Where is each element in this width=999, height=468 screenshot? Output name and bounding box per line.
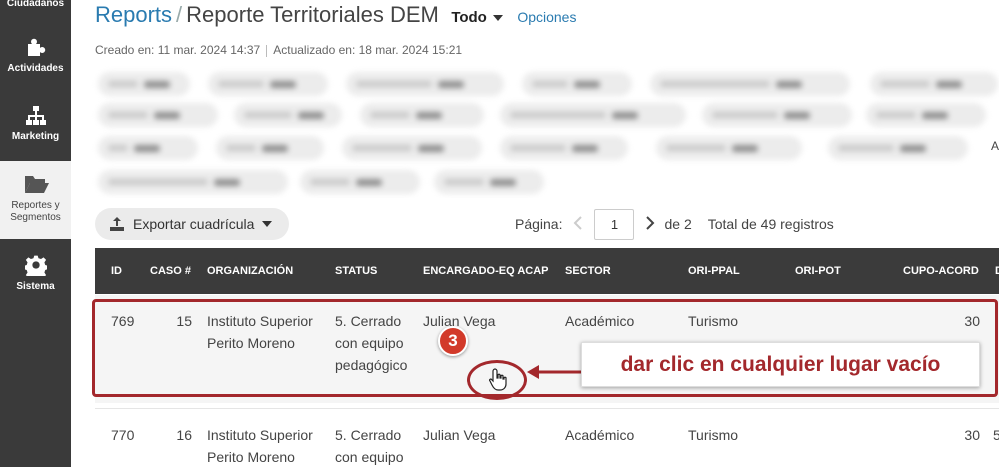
caret-down-icon [492,15,503,22]
report-meta: Creado en: 11 mar. 2024 14:37 Actualizado… [95,43,462,57]
filter-chip[interactable] [500,103,686,127]
filter-chip[interactable] [870,72,998,96]
filter-chip[interactable] [342,136,482,160]
table-row[interactable]: 770 16 Instituto Superior Perito Moreno … [95,408,999,467]
view-selector[interactable]: Todo [451,9,503,26]
filter-chip[interactable] [346,72,504,96]
filter-chip[interactable] [656,136,802,160]
breadcrumb-separator: / [176,2,183,27]
filter-chip[interactable] [98,103,218,127]
sidebar-item-label: Ciudadanos [6,0,65,9]
step-number-badge: 3 [438,326,468,356]
instruction-callout: dar clic en cualquier lugar vacío [581,342,980,387]
export-grid-button[interactable]: Exportar cuadrícula [95,208,289,240]
filter-chip[interactable] [98,136,198,160]
cell-overflow: 5 [993,427,999,443]
filter-chip[interactable] [216,136,324,160]
filter-bar: A [90,66,999,198]
sidebar-item-reportes[interactable]: Reportes y Segmentos [0,161,71,239]
filter-chip[interactable] [98,170,288,194]
folder-open-icon [24,173,49,197]
sidebar: Ciudadanos Actividades Marketing Reporte… [0,0,71,467]
hand-pointer-icon [489,368,507,391]
cell-encargado: Julian Vega [423,427,496,443]
column-header-ori-ppal[interactable]: ORI-PPAL [688,265,740,277]
filter-chip[interactable] [866,103,986,127]
export-grid-label: Exportar cuadrícula [133,216,255,232]
cell-id: 770 [111,427,135,443]
pointer-arrow-icon [527,365,581,379]
caret-down-icon [262,221,273,227]
filter-chip[interactable] [828,136,968,160]
upload-icon [110,217,124,231]
breadcrumb-reports-link[interactable]: Reports [95,2,172,27]
column-header-encargado[interactable]: ENCARGADO-EQ ACAP [423,265,549,277]
updated-date: Actualizado en: 18 mar. 2024 15:21 [273,43,463,57]
puzzle-icon [24,36,48,60]
filter-chip[interactable] [650,72,850,96]
filter-chip[interactable] [500,136,628,160]
cell-organizacion: Instituto Superior Perito Moreno [207,427,313,465]
view-selector-label: Todo [451,9,487,26]
sidebar-item-label: Reportes y Segmentos [10,200,61,223]
column-header-cupo-acord[interactable]: CUPO-ACORD [903,265,979,277]
gear-icon [23,254,48,280]
column-header-caso[interactable]: CASO # [150,265,191,277]
sidebar-item-sistema[interactable]: Sistema [0,254,71,302]
cell-ori-ppal: Turismo [688,427,739,443]
callout-text: dar clic en cualquier lugar vacío [620,352,941,376]
sidebar-item-label: Actividades [7,63,64,74]
filter-overflow-text: A [990,139,999,153]
column-header-ori-pot[interactable]: ORI-POT [795,265,841,277]
meta-divider [266,44,268,57]
page-of: de 2 [664,216,692,232]
sidebar-item-label: Sistema [16,281,55,292]
sidebar-item-ciudadanos[interactable]: Ciudadanos [0,0,71,12]
sidebar-item-marketing[interactable]: Marketing [0,104,71,152]
pagination: Página: de 2 Total de 49 registros [515,208,834,240]
cell-caso: 16 [176,427,192,443]
table-header: ID CASO # ORGANIZACIÓN STATUS ENCARGADO-… [95,248,999,294]
cell-cupo-acord: 30 [964,427,980,443]
column-header-id[interactable]: ID [111,265,122,277]
prev-page-icon[interactable] [568,215,588,233]
column-header-organizacion[interactable]: ORGANIZACIÓN [207,265,293,277]
cell-status: 5. Cerrado con equipo [335,427,404,465]
cell-sector: Académico [565,427,635,443]
filter-chip[interactable] [360,103,484,127]
total-records: Total de 49 registros [707,216,834,232]
sidebar-item-actividades[interactable]: Actividades [0,36,71,84]
filter-chip[interactable] [208,72,328,96]
next-page-icon[interactable] [640,215,660,233]
filter-chip[interactable] [434,170,544,194]
sidebar-item-label: Marketing [11,131,60,142]
column-header-status[interactable]: STATUS [335,265,377,277]
column-header-sector[interactable]: SECTOR [565,265,611,277]
page-header: Reports / Reporte Territoriales DEM Todo O… [95,2,576,30]
column-header-overflow[interactable]: D [995,265,999,277]
filter-chip[interactable] [702,103,852,127]
filter-chip[interactable] [522,72,632,96]
filter-chip[interactable] [234,103,342,127]
page-title: Reporte Territoriales DEM [186,2,439,27]
page-label: Página: [515,216,563,232]
sitemap-icon [24,104,48,128]
created-date: Creado en: 11 mar. 2024 14:37 [95,43,261,57]
page-number-input[interactable] [594,208,635,240]
options-link[interactable]: Opciones [517,9,576,25]
filter-chip[interactable] [300,170,420,194]
filter-chip[interactable] [98,72,190,96]
